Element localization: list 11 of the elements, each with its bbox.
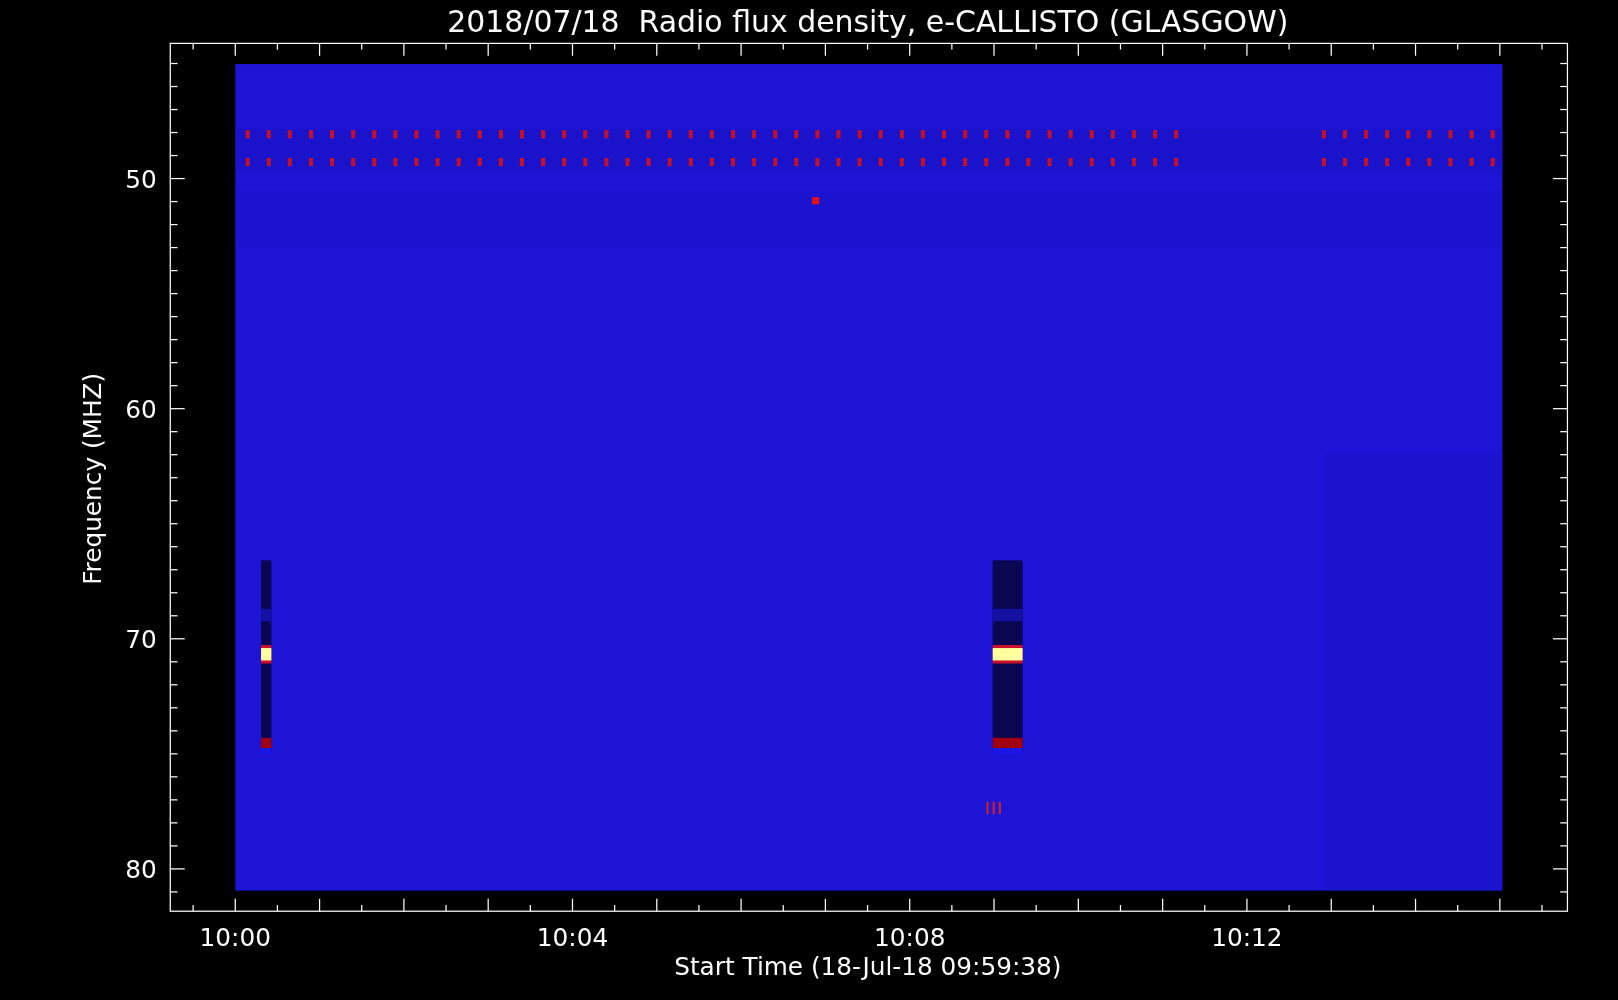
- x-tick-label: 10:08: [874, 923, 946, 953]
- chart-title: 2018/07/18 Radio flux density, e-CALLISTO (GLASGOW): [447, 4, 1289, 40]
- x-axis-label: Start Time (18-Jul-18 09:59:38): [674, 952, 1062, 982]
- x-tick-label: 10:12: [1211, 923, 1283, 953]
- x-tick-label: 10:04: [536, 923, 609, 953]
- y-tick-label: 80: [125, 855, 157, 885]
- y-tick-label: 70: [125, 625, 157, 655]
- y-axis-label: Frequency (MHZ): [78, 372, 108, 585]
- y-tick-label: 60: [125, 394, 157, 424]
- y-tick-label: 50: [125, 164, 157, 194]
- x-tick-label: 10:00: [199, 923, 271, 953]
